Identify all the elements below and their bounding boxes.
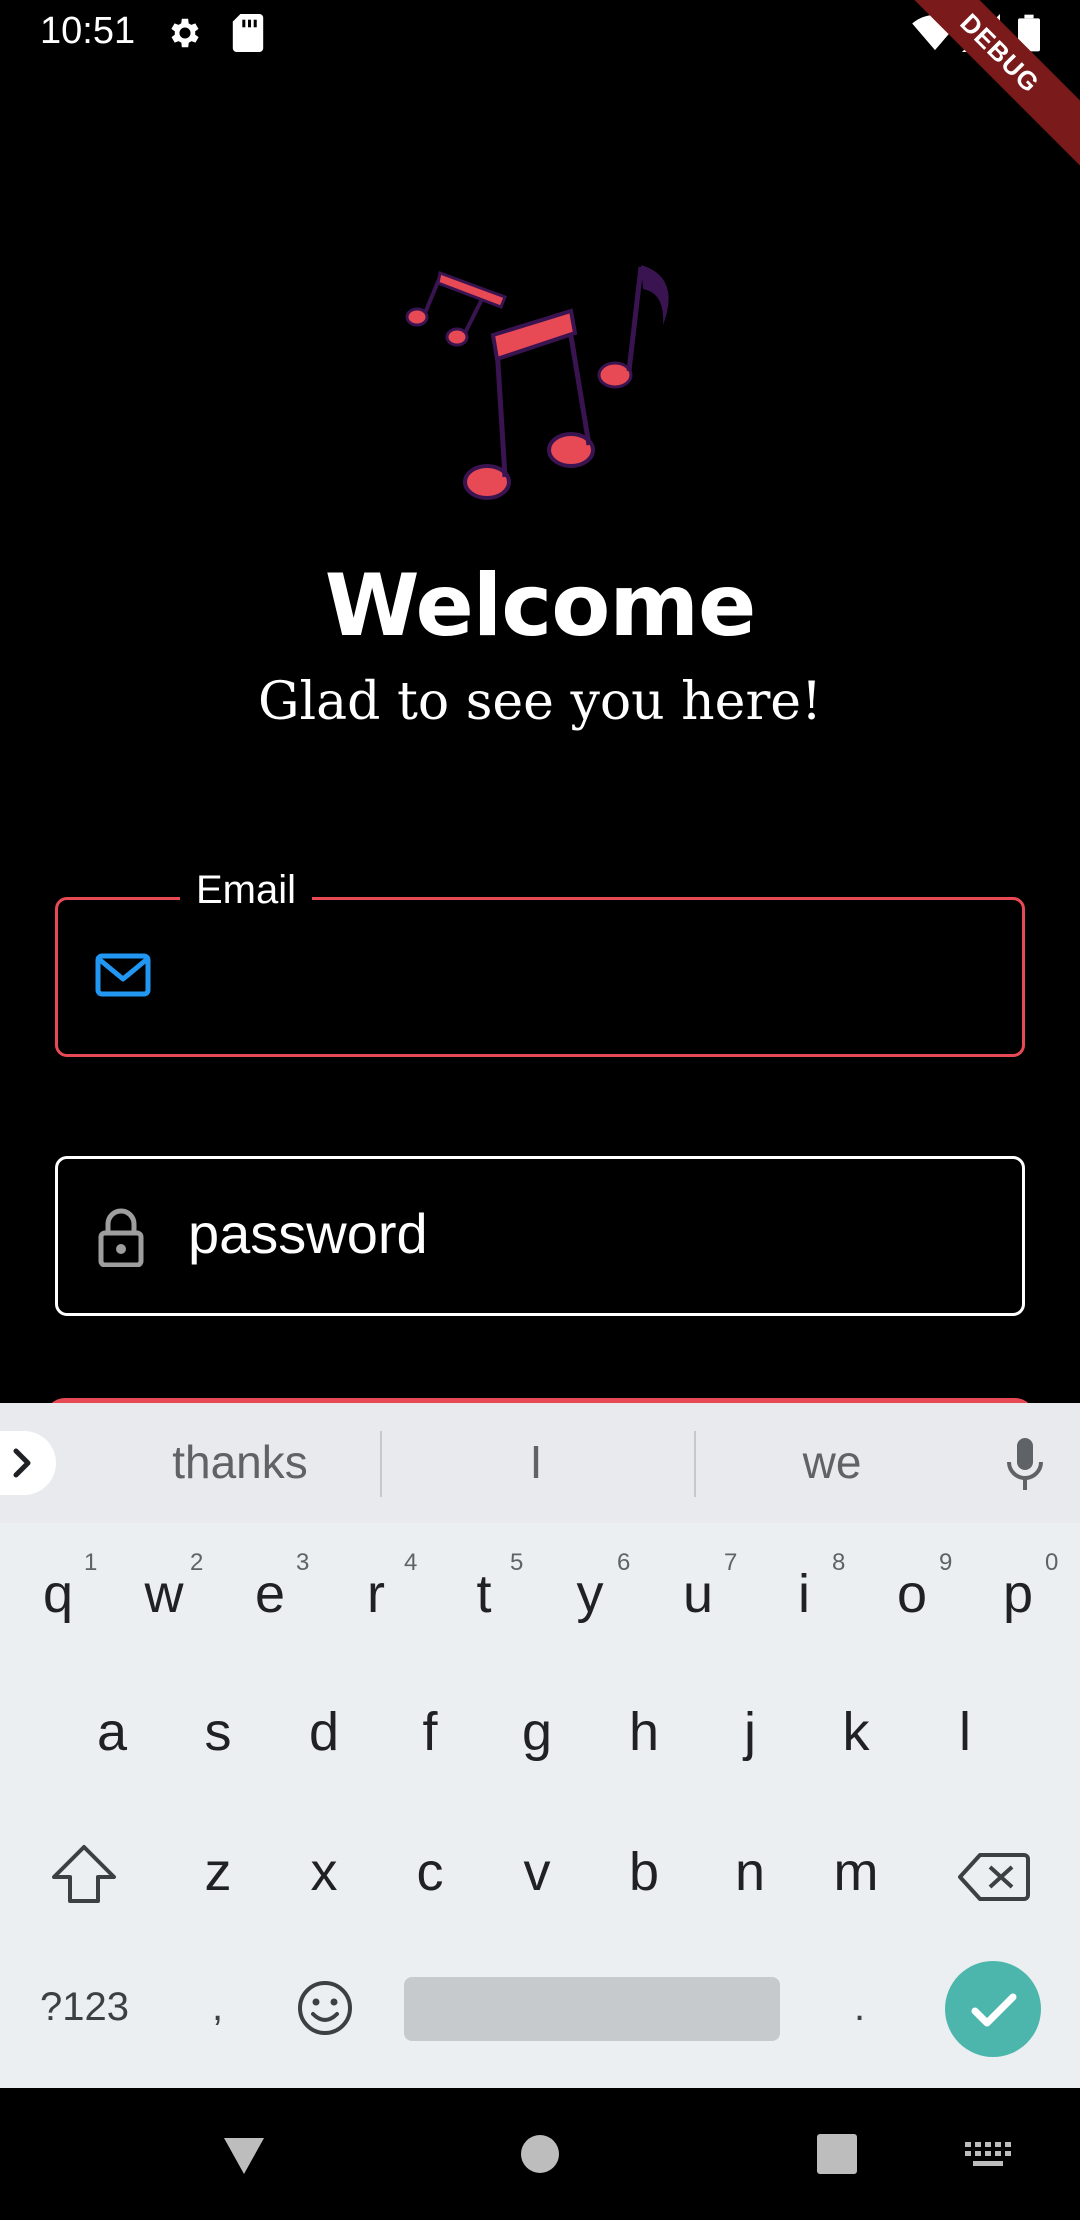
key-v[interactable]: v	[484, 1841, 590, 1903]
home-icon[interactable]	[520, 2134, 560, 2179]
settings-icon	[166, 14, 204, 57]
suggestion-1[interactable]: thanks	[90, 1435, 390, 1489]
recents-icon[interactable]	[817, 2134, 857, 2179]
key-s[interactable]: s	[165, 1701, 271, 1763]
key-z[interactable]: z	[165, 1841, 271, 1903]
key-x[interactable]: x	[271, 1841, 377, 1903]
key-l[interactable]: l	[912, 1701, 1018, 1763]
debug-banner: DEBUG	[877, 0, 1080, 176]
comma-key[interactable]: ,	[212, 1985, 223, 2030]
space-bar[interactable]	[404, 1977, 780, 2041]
music-notes-logo	[395, 255, 695, 515]
key-hint: 0	[1045, 1549, 1059, 1576]
suggestion-3[interactable]: we	[682, 1435, 982, 1489]
status-time: 10:51	[40, 10, 136, 52]
shift-key[interactable]	[50, 1843, 118, 1910]
status-bar: 10:51 DEBUG	[0, 0, 1080, 176]
key-d[interactable]: d	[271, 1701, 377, 1763]
soft-keyboard: thanks I we q w e r t y u i o p 1 2 3 4 …	[0, 1403, 1080, 2088]
key-c[interactable]: c	[377, 1841, 483, 1903]
key-hint: 5	[510, 1549, 524, 1576]
key-g[interactable]: g	[484, 1701, 590, 1763]
key-b[interactable]: b	[591, 1841, 697, 1903]
key-area: q w e r t y u i o p 1 2 3 4 5 6 7 8 9 0 …	[0, 1523, 1080, 2088]
mail-icon	[94, 950, 152, 1005]
password-field[interactable]: password	[55, 1156, 1025, 1316]
key-hint: 6	[617, 1549, 631, 1576]
done-key[interactable]	[945, 1961, 1041, 2057]
expand-toolbar-button[interactable]	[0, 1431, 56, 1495]
period-key[interactable]: .	[854, 1985, 865, 2030]
microphone-icon[interactable]	[1005, 1436, 1045, 1497]
key-hint: 2	[190, 1549, 204, 1576]
emoji-key[interactable]	[296, 1979, 354, 2042]
lock-icon	[96, 1207, 146, 1272]
backspace-key[interactable]	[958, 1851, 1030, 1908]
key-hint: 4	[404, 1549, 418, 1576]
key-f[interactable]: f	[377, 1701, 483, 1763]
welcome-title: Welcome	[324, 556, 757, 656]
key-n[interactable]: n	[697, 1841, 803, 1903]
symbols-key[interactable]: ?123	[40, 1985, 129, 2030]
suggestion-bar: thanks I we	[0, 1403, 1080, 1523]
key-k[interactable]: k	[803, 1701, 909, 1763]
key-m[interactable]: m	[803, 1841, 909, 1903]
sd-card-icon	[232, 14, 264, 57]
key-a[interactable]: a	[59, 1701, 165, 1763]
password-placeholder: password	[188, 1202, 428, 1265]
navigation-bar	[0, 2088, 1080, 2220]
key-hint: 1	[84, 1549, 98, 1576]
key-hint: 7	[724, 1549, 738, 1576]
key-hint: 3	[296, 1549, 310, 1576]
email-label: Email	[180, 868, 313, 913]
email-field[interactable]: Email	[55, 868, 1025, 1057]
welcome-subtitle: Glad to see you here!	[258, 672, 822, 732]
back-icon[interactable]	[220, 2134, 268, 2183]
suggestion-2[interactable]: I	[386, 1435, 686, 1489]
key-j[interactable]: j	[697, 1701, 803, 1763]
suggestion-divider	[380, 1431, 382, 1497]
key-h[interactable]: h	[591, 1701, 697, 1763]
key-hint: 8	[832, 1549, 846, 1576]
key-hint: 9	[939, 1549, 953, 1576]
keyboard-switch-icon[interactable]	[965, 2142, 1011, 2175]
